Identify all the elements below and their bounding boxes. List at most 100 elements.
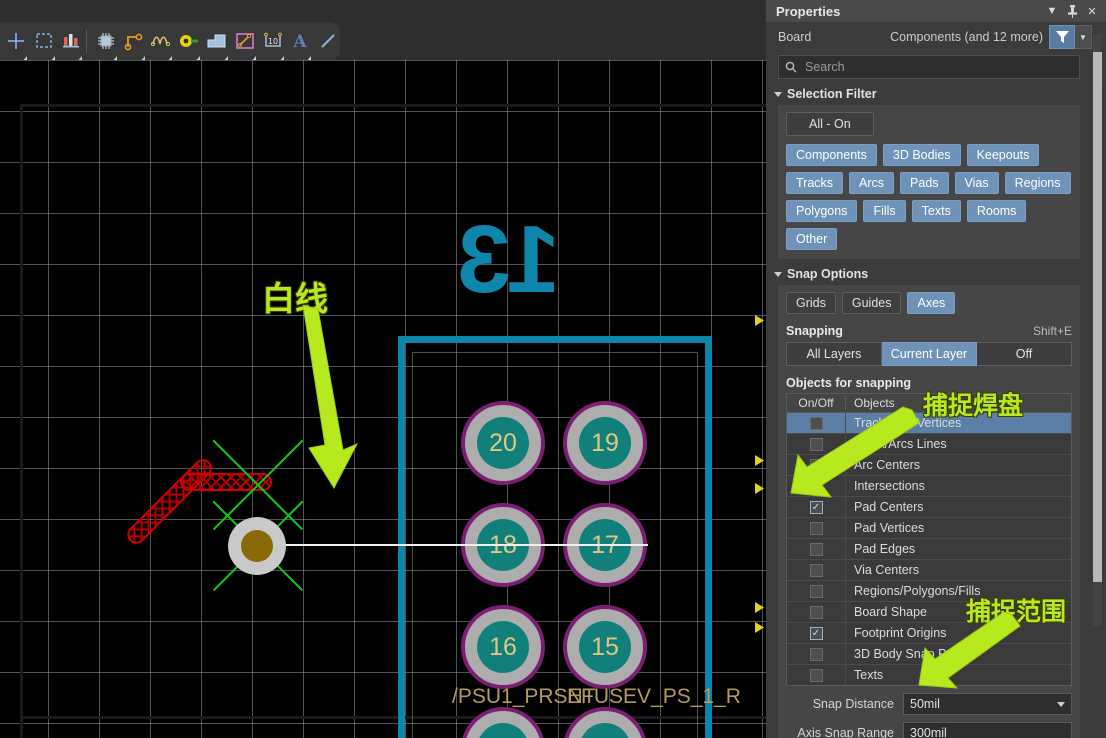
snap-checkbox[interactable]	[809, 437, 823, 451]
search-input[interactable]	[803, 59, 1073, 75]
snap-checkbox[interactable]	[809, 647, 823, 661]
table-row[interactable]: Track/Arcs Lines	[787, 434, 1071, 455]
snap-checkbox[interactable]	[809, 605, 823, 619]
axis-snap-range-value: 300mil	[910, 726, 947, 738]
pcb-toolbar: 10 A	[0, 22, 340, 62]
crosshair-place-icon[interactable]	[4, 26, 28, 62]
filter-chip-fills[interactable]: Fills	[863, 200, 906, 222]
select-area-icon[interactable]	[32, 26, 56, 62]
row-label: Pad Centers	[854, 500, 924, 514]
snapping-label: Snapping	[786, 324, 843, 338]
table-row[interactable]: Via Centers	[787, 560, 1071, 581]
pin-icon[interactable]	[1064, 3, 1080, 19]
snap-options-box: Grids Guides Axes Snapping Shift+E All L…	[778, 285, 1080, 738]
snap-checkbox[interactable]: ✓	[809, 500, 823, 514]
row-label: Footprint Origins	[854, 626, 947, 640]
pad-20[interactable]: 20	[461, 401, 545, 485]
route-trace-icon[interactable]	[122, 26, 146, 62]
scrollbar-thumb[interactable]	[1093, 52, 1102, 582]
filter-chip-3d-bodies[interactable]: 3D Bodies	[882, 144, 961, 166]
filter-icon[interactable]	[1049, 25, 1075, 49]
filter-chip-regions[interactable]: Regions	[1004, 172, 1071, 194]
snap-checkbox[interactable]: ✓	[809, 626, 823, 640]
snap-options-heading[interactable]: Snap Options	[766, 267, 1092, 281]
filter-chip-texts[interactable]: Texts	[911, 200, 961, 222]
column-header-objects: Objects	[854, 396, 895, 410]
table-row[interactable]: 3D Body Snap Points	[787, 644, 1071, 665]
search-box[interactable]	[778, 55, 1080, 79]
board-row: Board Components (and 12 more) ▼	[766, 22, 1092, 52]
pad-15[interactable]: 15	[563, 605, 647, 689]
filter-chip-vias[interactable]: Vias	[954, 172, 999, 194]
pad-label: 13	[579, 723, 631, 738]
table-row[interactable]: Pad Edges	[787, 539, 1071, 560]
filter-dropdown-icon[interactable]: ▼	[1075, 25, 1092, 49]
snap-checkbox[interactable]	[809, 416, 823, 430]
text-icon[interactable]: A	[289, 26, 313, 62]
pad-16[interactable]: 16	[461, 605, 545, 689]
bar-chart-icon[interactable]	[60, 26, 84, 62]
filter-chip-keepouts[interactable]: Keepouts	[966, 144, 1040, 166]
toolbar-separator	[86, 29, 88, 53]
snap-checkbox[interactable]	[809, 521, 823, 535]
selection-filter-box: All - On Components 3D Bodies Keepouts T…	[778, 105, 1080, 259]
snap-distance-select[interactable]: 50mil	[903, 693, 1072, 715]
table-row[interactable]: ✓ Pad Centers	[787, 497, 1071, 518]
snap-checkbox[interactable]	[809, 668, 823, 682]
filter-chip-polygons[interactable]: Polygons	[786, 200, 858, 222]
filter-chip-pads[interactable]: Pads	[900, 172, 949, 194]
snap-checkbox[interactable]	[809, 479, 823, 493]
keepout-region-icon[interactable]	[233, 26, 257, 62]
pad-19[interactable]: 19	[563, 401, 647, 485]
pcb-canvas[interactable]: 13 20 19 18 17 16 15 14 13 /PSU1_PRSNT E…	[0, 60, 766, 738]
close-icon[interactable]: ✕	[1084, 3, 1100, 19]
line-icon[interactable]	[316, 26, 340, 56]
filter-chip-tracks[interactable]: Tracks	[786, 172, 844, 194]
component-icon[interactable]	[94, 26, 118, 62]
snap-checkbox[interactable]	[809, 563, 823, 577]
snap-layer-off[interactable]: Off	[977, 342, 1072, 366]
via-icon[interactable]	[177, 26, 201, 62]
svg-text:A: A	[293, 32, 308, 51]
dimension-icon[interactable]: 10	[261, 26, 285, 62]
table-row[interactable]: Arc Centers	[787, 455, 1071, 476]
column-header-onoff: On/Off	[787, 396, 846, 410]
polygon-pour-icon[interactable]	[205, 26, 229, 62]
board-label: Board	[778, 30, 812, 44]
differential-pair-icon[interactable]	[150, 26, 174, 62]
pad-label: 14	[477, 723, 529, 738]
via-hole	[241, 530, 273, 562]
snap-checkbox[interactable]	[809, 542, 823, 556]
table-row[interactable]: Pad Vertices	[787, 518, 1071, 539]
filter-chip-components[interactable]: Components	[786, 144, 877, 166]
filter-chip-arcs[interactable]: Arcs	[849, 172, 895, 194]
row-label: Track/Arcs Lines	[854, 437, 947, 451]
snap-checkbox[interactable]	[809, 584, 823, 598]
axis-snap-range-input[interactable]: 300mil	[903, 722, 1072, 738]
table-row[interactable]: Intersections	[787, 476, 1071, 497]
panel-scrollbar[interactable]	[1093, 34, 1102, 626]
snap-mode-axes[interactable]: Axes	[907, 292, 956, 314]
annotation-snap-range-text: 捕捉范围	[966, 598, 1067, 626]
filter-chip-rooms[interactable]: Rooms	[966, 200, 1027, 222]
snap-mode-grids[interactable]: Grids	[786, 292, 836, 314]
all-on-button[interactable]: All - On	[786, 112, 874, 136]
snap-objects-table: On/Off Objects Track/Arcs Vertices Track…	[786, 393, 1072, 686]
table-row[interactable]: Texts	[787, 665, 1071, 685]
snap-distance-row: Snap Distance 50mil	[786, 693, 1072, 715]
snap-layer-all-layers[interactable]: All Layers	[786, 342, 882, 366]
search-icon	[785, 61, 797, 73]
snapping-row: Snapping Shift+E	[786, 324, 1072, 338]
board-outline-top	[20, 104, 766, 107]
snap-checkbox[interactable]	[809, 458, 823, 472]
selection-filter-heading[interactable]: Selection Filter	[766, 87, 1092, 101]
row-label: Pad Vertices	[854, 521, 925, 535]
component-silkscreen-outline[interactable]	[398, 336, 712, 738]
chevron-down-icon[interactable]: ▼	[1044, 3, 1060, 19]
filter-chip-other[interactable]: Other	[786, 228, 838, 250]
snapping-shortcut: Shift+E	[1032, 324, 1072, 338]
snap-mode-guides[interactable]: Guides	[841, 292, 902, 314]
snap-layer-current-layer[interactable]: Current Layer	[882, 342, 977, 366]
board-outline-left	[20, 104, 23, 738]
via-element[interactable]	[228, 517, 286, 575]
